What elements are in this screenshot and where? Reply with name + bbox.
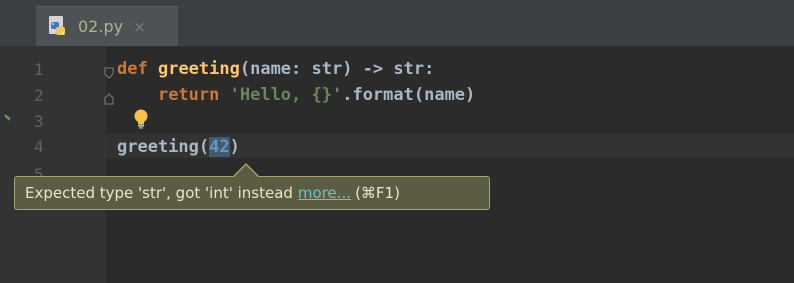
keyword-return: return xyxy=(157,85,220,105)
tooltip-message: Expected type 'str', got 'int' instead xyxy=(25,184,293,202)
function-signature: (name: str) -> str: xyxy=(239,59,435,79)
fold-start-icon[interactable] xyxy=(104,64,114,79)
lightbulb-icon[interactable] xyxy=(132,108,150,130)
line-number-2: 2 xyxy=(34,86,44,105)
tooltip-shortcut: (⌘F1) xyxy=(355,184,400,202)
editor-tab-bar: 02.py × xyxy=(0,0,794,47)
tab-02-py[interactable]: 02.py × xyxy=(36,6,178,46)
tooltip-arrow xyxy=(234,165,258,177)
call-close-paren: ) xyxy=(229,137,240,157)
code-line-1[interactable]: def greeting(name: str) -> str: xyxy=(117,59,434,79)
line-number-3: 3 xyxy=(34,112,44,131)
fold-end-icon[interactable] xyxy=(104,90,114,105)
string-literal: 'Hello, {}' xyxy=(229,85,343,105)
line-number-1: 1 xyxy=(34,60,44,79)
code-line-2[interactable]: return 'Hello, {}'.format(name) xyxy=(117,85,475,105)
call-name: greeting( xyxy=(117,137,210,157)
highlighted-argument[interactable]: 42 xyxy=(209,137,230,157)
line-number-4: 4 xyxy=(34,137,44,156)
python-file-icon xyxy=(48,15,68,38)
line-number-gutter xyxy=(10,46,106,283)
tooltip-more-link[interactable]: more... xyxy=(298,184,351,202)
editor-window: 02.py × 1 2 3 4 5 def greeting(name: str… xyxy=(0,0,794,283)
keyword-def: def xyxy=(117,59,148,79)
code-line-4[interactable]: greeting(42) xyxy=(117,137,240,157)
function-name: greeting xyxy=(157,59,240,79)
line-number-5: 5 xyxy=(34,165,44,176)
tab-close-icon[interactable]: × xyxy=(133,18,146,36)
inspection-tooltip: Expected type 'str', got 'int' instead m… xyxy=(14,176,490,210)
format-call: .format(name) xyxy=(342,85,476,105)
tab-filename: 02.py xyxy=(78,17,124,36)
